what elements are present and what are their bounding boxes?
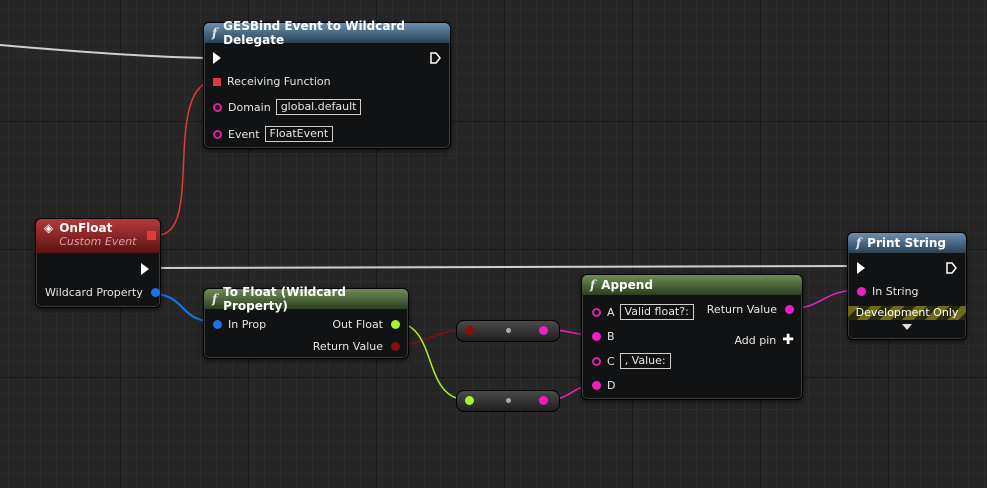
receiving-function-pin[interactable]: Receiving Function xyxy=(213,75,331,88)
print-string-title: Print String xyxy=(867,236,946,250)
wildcard-pin-icon xyxy=(213,320,222,329)
string-pin-icon xyxy=(785,305,794,314)
on-float-node[interactable]: ◈ OnFloat Custom Event Wildcard Property xyxy=(35,218,161,308)
append-return-label: Return Value xyxy=(706,303,777,316)
string-pin-icon xyxy=(592,307,601,317)
string-pin-icon xyxy=(213,102,222,112)
in-string-pin[interactable]: In String xyxy=(857,285,919,298)
float-pin-icon xyxy=(391,320,400,329)
chevron-down-icon[interactable] xyxy=(902,324,912,330)
function-icon: f xyxy=(590,278,596,292)
exec-arrow-icon xyxy=(857,262,865,274)
exec-arrow-icon xyxy=(141,263,149,275)
on-float-exec-out[interactable] xyxy=(141,263,149,275)
out-float-label: Out Float xyxy=(332,318,383,331)
append-a-label: A xyxy=(607,305,615,319)
append-title: Append xyxy=(601,278,653,292)
append-c-field[interactable]: , Value: xyxy=(619,353,671,369)
event-pin[interactable]: Event FloatEvent xyxy=(213,126,334,142)
function-icon: f xyxy=(212,26,218,40)
float-pin-icon xyxy=(465,396,474,405)
append-a-pin[interactable]: A Valid float?: xyxy=(592,304,694,320)
string-pin-icon xyxy=(213,129,222,139)
dot-icon xyxy=(506,398,511,403)
delegate-out-pin[interactable] xyxy=(147,231,156,240)
string-pin-icon xyxy=(857,287,866,296)
on-float-title: OnFloat xyxy=(59,221,113,235)
conversion-node-byte-to-string[interactable] xyxy=(456,320,560,342)
conversion-node-float-to-string[interactable] xyxy=(456,390,560,412)
dot-icon xyxy=(506,328,511,333)
to-float-node[interactable]: f To Float (Wildcard Property) In Prop O… xyxy=(203,285,409,359)
ges-bind-exec-out[interactable] xyxy=(430,52,441,64)
receiving-function-label: Receiving Function xyxy=(227,75,331,88)
plus-icon: ✚ xyxy=(782,332,794,348)
ges-bind-title: GESBind Event to Wildcard Delegate xyxy=(223,19,405,47)
add-pin-label: Add pin xyxy=(734,333,777,347)
append-header[interactable]: f Append xyxy=(582,275,802,295)
exec-arrow-icon xyxy=(946,262,957,274)
append-node[interactable]: f Append A Valid float?: B C , Value: D … xyxy=(581,274,803,400)
to-float-header[interactable]: f To Float (Wildcard Property) xyxy=(204,285,408,313)
print-exec-in[interactable] xyxy=(857,262,865,274)
string-pin-icon xyxy=(592,356,601,366)
string-pin-icon xyxy=(539,326,548,335)
in-prop-label: In Prop xyxy=(228,318,267,331)
event-label: Event xyxy=(228,127,260,141)
append-return-pin[interactable]: Return Value xyxy=(707,303,794,316)
delegate-pin-icon xyxy=(213,77,221,86)
append-c-pin[interactable]: C , Value: xyxy=(592,353,671,369)
append-a-field[interactable]: Valid float?: xyxy=(619,304,694,320)
string-pin-icon xyxy=(592,332,601,341)
exec-wire-onfloat-print xyxy=(151,265,859,269)
append-d-label: D xyxy=(607,379,616,392)
print-string-node[interactable]: f Print String In String Development Onl… xyxy=(847,232,967,340)
domain-pin[interactable]: Domain global.default xyxy=(213,99,362,115)
print-string-header[interactable]: f Print String xyxy=(848,233,966,253)
event-field[interactable]: FloatEvent xyxy=(264,126,334,142)
wildcard-pin-icon xyxy=(150,288,160,297)
return-value-label: Return Value xyxy=(312,340,383,353)
ges-bind-node[interactable]: f GESBind Event to Wildcard Delegate Rec… xyxy=(203,19,451,149)
domain-label: Domain xyxy=(228,100,271,114)
in-prop-pin[interactable]: In Prop xyxy=(213,318,266,331)
wildcard-property-pin[interactable]: Wildcard Property xyxy=(45,286,160,299)
on-float-subtitle: Custom Event xyxy=(59,235,137,248)
exec-wire-left xyxy=(0,44,207,59)
function-icon: f xyxy=(856,236,862,250)
string-pin-icon xyxy=(592,381,601,390)
string-pin-icon xyxy=(539,396,548,405)
on-float-header[interactable]: ◈ OnFloat Custom Event xyxy=(36,219,160,253)
function-icon: f xyxy=(212,292,218,306)
byte-pin-icon xyxy=(391,342,400,351)
print-exec-out[interactable] xyxy=(946,262,957,274)
return-value-pin[interactable]: Return Value xyxy=(313,340,400,353)
development-only-banner: Development Only xyxy=(848,306,966,320)
ges-bind-exec-in[interactable] xyxy=(213,52,221,64)
exec-arrow-icon xyxy=(213,52,221,64)
ges-bind-header[interactable]: f GESBind Event to Wildcard Delegate xyxy=(204,19,450,47)
append-b-pin[interactable]: B xyxy=(592,330,615,343)
in-string-label: In String xyxy=(872,285,919,298)
event-diamond-icon: ◈ xyxy=(44,221,54,235)
add-pin-button[interactable]: Add pin ✚ xyxy=(734,332,794,348)
exec-arrow-icon xyxy=(430,52,441,64)
to-float-title: To Float (Wildcard Property) xyxy=(223,285,347,313)
append-d-pin[interactable]: D xyxy=(592,379,615,392)
append-b-label: B xyxy=(607,330,615,343)
wildcard-property-label: Wildcard Property xyxy=(45,286,143,299)
append-c-label: C xyxy=(607,354,615,368)
out-float-pin[interactable]: Out Float xyxy=(332,318,400,331)
domain-field[interactable]: global.default xyxy=(275,99,362,115)
byte-pin-icon xyxy=(465,326,474,335)
